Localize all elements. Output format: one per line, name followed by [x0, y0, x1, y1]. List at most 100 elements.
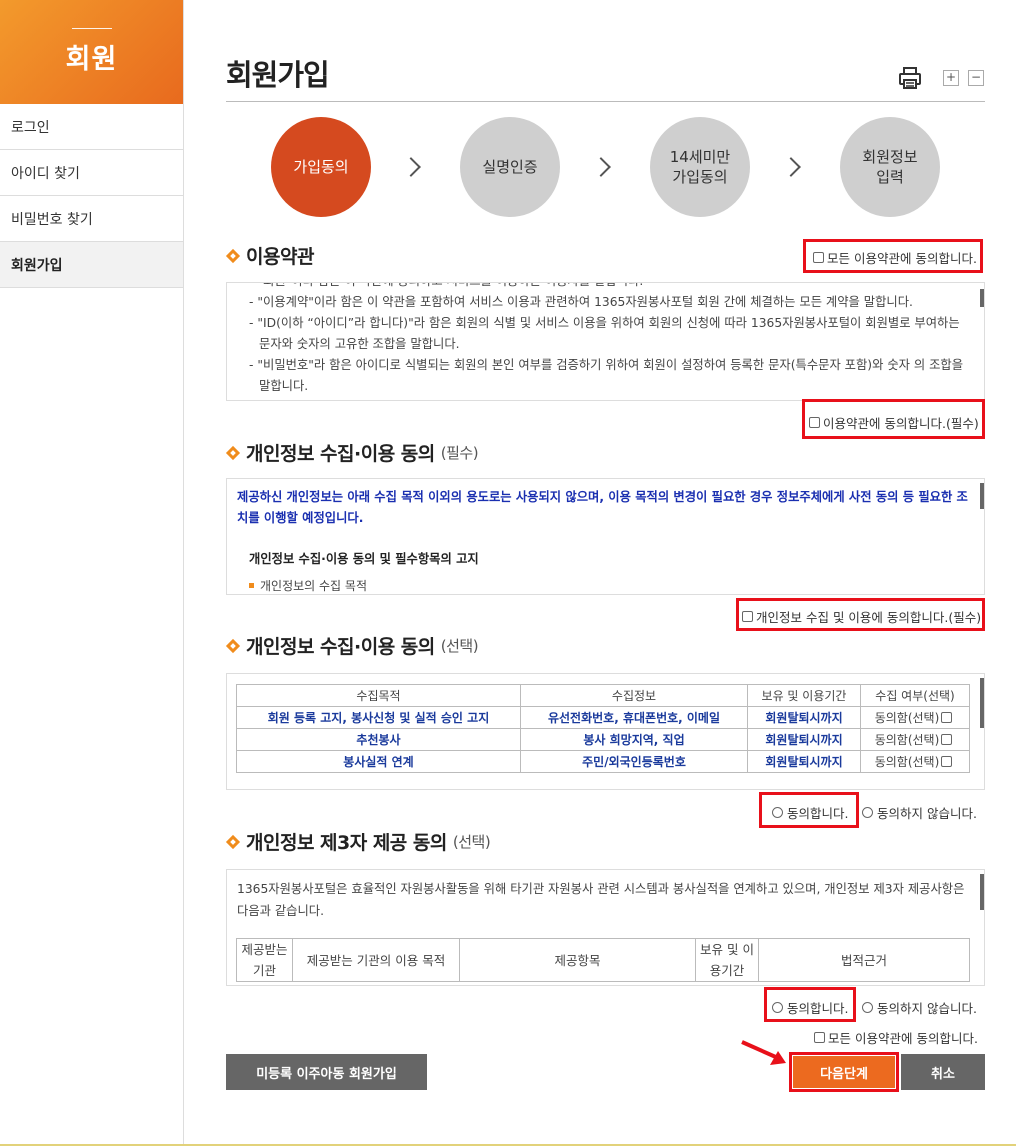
privacy-optional-section-title: 개인정보 수집·이용 동의 (선택) [225, 632, 479, 659]
footer-rule [0, 1144, 1016, 1146]
privacy-notice: 제공하신 개인정보는 아래 수집 목적 이외의 용도로는 사용되지 않으며, 이… [237, 490, 968, 525]
page-title: 회원가입 [226, 58, 330, 92]
radio-icon[interactable] [862, 1002, 873, 1013]
info-cell: 봉사 희망지역, 직업 [520, 728, 748, 751]
printer-icon[interactable] [898, 66, 922, 90]
zoom-out-button[interactable]: − [968, 70, 984, 86]
privacy-optional-disagree-radio[interactable]: 동의하지 않습니다. [862, 803, 977, 822]
terms-line: - "ID(이하 “아이디”라 합니다)"라 함은 회원의 식별 및 서비스 이… [249, 316, 960, 351]
privacy-cut-item: 개인정보의 수집 목적 [227, 567, 984, 594]
cancel-button[interactable]: 취소 [901, 1054, 985, 1090]
terms-line: - "회원"이라 함은 이 약관에 동의하고 서비스를 이용하는 이용자를 말합… [227, 283, 972, 292]
third-party-disagree-radio[interactable]: 동의하지 않습니다. [862, 998, 977, 1017]
consent-label: 동의함(선택) [874, 755, 940, 769]
zoom-in-button[interactable]: + [943, 70, 959, 86]
privacy-optional-title: 개인정보 수집·이용 동의 [246, 636, 435, 658]
agree-all-label: 모든 이용약관에 동의합니다. [827, 251, 977, 266]
consent-cell[interactable]: 동의함(선택) [860, 728, 970, 751]
terms-scroll-box[interactable]: - "회원"이라 함은 이 약관에 동의하고 서비스를 이용하는 이용자를 말합… [226, 282, 985, 401]
privacy-optional-scroll-box[interactable]: 수집목적 수집정보 보유 및 이용기간 수집 여부(선택) 회원 등록 고지, … [226, 673, 985, 790]
consent-label: 동의함(선택) [874, 733, 940, 747]
column-header: 수집정보 [520, 684, 748, 707]
step-identity-verification: 실명인증 [460, 117, 560, 217]
table-row: 봉사실적 연계 주민/외국인등록번호 회원탈퇴시까지 동의함(선택) [236, 750, 970, 773]
period-cell: 회원탈퇴시까지 [747, 706, 861, 729]
sidebar-item-find-id[interactable]: 아이디 찾기 [0, 150, 183, 196]
terms-line: - "비밀번호"라 함은 아이디로 식별되는 회원의 본인 여부를 검증하기 위… [249, 358, 964, 393]
agree-all-checkbox[interactable]: 모든 이용약관에 동의합니다. [813, 248, 977, 267]
diamond-bullet-icon [225, 638, 241, 653]
scrollbar-thumb[interactable] [980, 483, 984, 509]
terms-line: - "이용계약"이라 함은 이 약관을 포함하여 서비스 이용과 관련하여 13… [249, 295, 913, 309]
privacy-required-scroll-box[interactable]: 제공하신 개인정보는 아래 수집 목적 이외의 용도로는 사용되지 않으며, 이… [226, 478, 985, 595]
radio-icon[interactable] [772, 807, 783, 818]
radio-icon[interactable] [862, 807, 873, 818]
table-row: 추천봉사 봉사 희망지역, 직업 회원탈퇴시까지 동의함(선택) [236, 728, 970, 751]
privacy-optional-table: 수집목적 수집정보 보유 및 이용기간 수집 여부(선택) 회원 등록 고지, … [236, 684, 970, 773]
next-step-button[interactable]: 다음단계 [793, 1056, 895, 1088]
scrollbar-thumb[interactable] [980, 678, 984, 728]
third-party-notice: 1365자원봉사포털은 효율적인 자원봉사활동을 위해 타기관 자원봉사 관련 … [237, 882, 965, 918]
privacy-required-title: 개인정보 수집·이용 동의 [246, 443, 435, 465]
table-row: 회원 등록 고지, 봉사신청 및 실적 승인 고지 유선전화번호, 휴대폰번호,… [236, 706, 970, 729]
sidebar-item-login[interactable]: 로그인 [0, 104, 183, 150]
terms-agree-label: 이용약관에 동의합니다.(필수) [823, 416, 979, 431]
agree-all-bottom-checkbox[interactable]: 모든 이용약관에 동의합니다. [814, 1028, 978, 1047]
diamond-bullet-icon [225, 445, 241, 460]
sidebar-header-rule [71, 28, 112, 29]
column-header: 수집 여부(선택) [860, 684, 970, 707]
privacy-required-agree-checkbox[interactable]: 개인정보 수집 및 이용에 동의합니다.(필수) [742, 607, 981, 626]
disagree-label: 동의하지 않습니다. [877, 1001, 977, 1016]
consent-cell[interactable]: 동의함(선택) [860, 706, 970, 729]
sidebar-item-find-password[interactable]: 비밀번호 찾기 [0, 196, 183, 242]
column-header: 제공항목 [459, 938, 696, 982]
purpose-cell: 봉사실적 연계 [236, 750, 521, 773]
diamond-bullet-icon [225, 248, 241, 263]
checkbox-icon[interactable] [813, 252, 824, 263]
checkbox-icon[interactable] [941, 756, 953, 767]
third-party-tag: (선택) [452, 833, 491, 851]
terms-section-title: 이용약관 [225, 242, 314, 269]
unregistered-child-signup-button[interactable]: 미등록 이주아동 회원가입 [226, 1054, 427, 1090]
sidebar-title: 회원 [65, 44, 118, 75]
privacy-optional-tag: (선택) [440, 637, 479, 655]
sidebar-header: 회원 [0, 0, 183, 104]
privacy-cut-item-label: 개인정보의 수집 목적 [260, 579, 367, 593]
square-bullet-icon [249, 583, 254, 588]
consent-label: 동의함(선택) [874, 711, 940, 725]
checkbox-icon[interactable] [814, 1032, 825, 1043]
third-party-title: 개인정보 제3자 제공 동의 [246, 832, 447, 854]
column-header: 제공받는 기관의 이용 목적 [292, 938, 460, 982]
scrollbar-thumb[interactable] [980, 874, 984, 910]
checkbox-icon[interactable] [809, 417, 820, 428]
column-header: 제공받는 기관 [236, 938, 293, 982]
page: 회원 로그인 아이디 찾기 비밀번호 찾기 회원가입 회원가입 + − 가입동의… [0, 0, 1016, 1148]
column-header: 보유 및 이용기간 [747, 684, 861, 707]
privacy-required-tag: (필수) [440, 444, 479, 462]
sidebar-item-signup[interactable]: 회원가입 [0, 242, 183, 288]
table-header-row: 제공받는 기관 제공받는 기관의 이용 목적 제공항목 보유 및 이용기간 법적… [236, 938, 970, 982]
purpose-cell: 추천봉사 [236, 728, 521, 751]
radio-icon[interactable] [772, 1002, 783, 1013]
step-under14-consent: 14세미만 가입동의 [650, 117, 750, 217]
privacy-required-agree-label: 개인정보 수집 및 이용에 동의합니다.(필수) [756, 610, 982, 625]
checkbox-icon[interactable] [941, 712, 953, 723]
step-member-info: 회원정보 입력 [840, 117, 940, 217]
checkbox-icon[interactable] [742, 611, 753, 622]
checkbox-icon[interactable] [941, 734, 953, 745]
period-cell: 회원탈퇴시까지 [747, 750, 861, 773]
consent-cell[interactable]: 동의함(선택) [860, 750, 970, 773]
column-header: 보유 및 이용기간 [695, 938, 759, 982]
terms-title: 이용약관 [246, 246, 314, 268]
third-party-scroll-box[interactable]: 1365자원봉사포털은 효율적인 자원봉사활동을 위해 타기관 자원봉사 관련 … [226, 869, 985, 986]
privacy-optional-agree-radio[interactable]: 동의합니다. [772, 803, 848, 822]
terms-agree-checkbox[interactable]: 이용약관에 동의합니다.(필수) [809, 413, 979, 432]
title-divider [226, 101, 985, 102]
chevron-right-icon [401, 157, 421, 177]
column-header: 수집목적 [236, 684, 521, 707]
agree-all-bottom-label: 모든 이용약관에 동의합니다. [828, 1031, 978, 1046]
purpose-cell: 회원 등록 고지, 봉사신청 및 실적 승인 고지 [236, 706, 521, 729]
third-party-table: 제공받는 기관 제공받는 기관의 이용 목적 제공항목 보유 및 이용기간 법적… [236, 938, 970, 982]
third-party-agree-radio[interactable]: 동의합니다. [772, 998, 848, 1017]
info-cell: 주민/외국인등록번호 [520, 750, 748, 773]
